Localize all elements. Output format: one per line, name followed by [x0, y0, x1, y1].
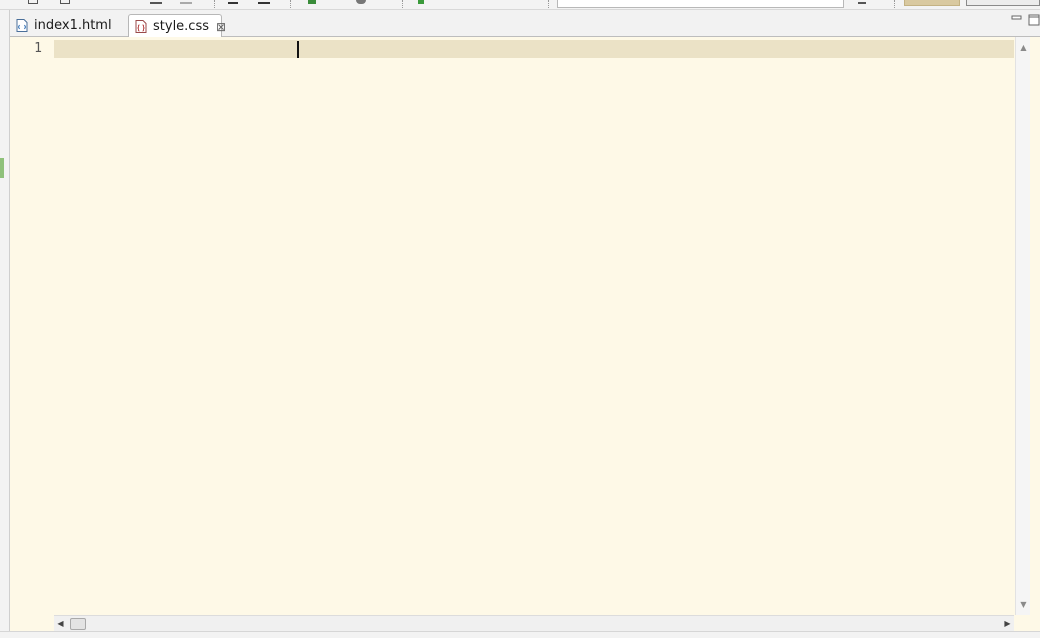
- horizontal-scroll-thumb[interactable]: [70, 618, 86, 630]
- tab-label: index1.html: [34, 18, 112, 33]
- undo-icon[interactable]: [150, 0, 162, 4]
- toolbar-separator: [894, 0, 895, 8]
- scroll-up-icon[interactable]: ▲: [1019, 43, 1028, 52]
- line-number: 1: [34, 41, 42, 56]
- line-number-gutter: 1: [10, 37, 52, 617]
- format-icon[interactable]: [228, 0, 238, 4]
- tab-style-css[interactable]: style.css ⊠: [128, 14, 226, 38]
- html-file-icon: [16, 19, 28, 32]
- css-file-icon: [135, 20, 147, 33]
- scroll-right-icon[interactable]: ▶: [1003, 619, 1012, 629]
- code-editor[interactable]: 1 ▲ ▼ ◀ ▶: [10, 37, 1040, 631]
- main-toolbar: [0, 0, 1040, 10]
- back-icon[interactable]: [858, 0, 866, 4]
- search-input[interactable]: [557, 0, 844, 8]
- scroll-left-icon[interactable]: ◀: [56, 619, 65, 629]
- plain-toolbar-button[interactable]: [966, 0, 1040, 6]
- left-side-panel: [0, 10, 10, 638]
- maximize-icon[interactable]: [1028, 12, 1040, 24]
- play-icon[interactable]: [418, 0, 424, 4]
- editor-tab-bar: index1.html style.css ⊠: [10, 10, 1040, 38]
- new-file-icon[interactable]: [28, 0, 38, 4]
- accent-toolbar-button[interactable]: [904, 0, 960, 6]
- save-icon[interactable]: [60, 0, 70, 4]
- vertical-scrollbar[interactable]: ▲ ▼: [1015, 37, 1030, 615]
- redo-icon[interactable]: [180, 0, 192, 4]
- text-caret: [297, 41, 299, 58]
- run-icon[interactable]: [308, 0, 316, 4]
- minimize-icon[interactable]: [1010, 12, 1022, 22]
- status-bar: [0, 631, 1040, 638]
- grid-icon[interactable]: [258, 0, 270, 4]
- scroll-down-icon[interactable]: ▼: [1019, 600, 1028, 609]
- toolbar-separator: [402, 0, 403, 8]
- current-line-highlight: [54, 40, 1014, 58]
- toolbar-separator: [290, 0, 291, 8]
- tab-label: style.css: [153, 19, 209, 34]
- tab-index1-html[interactable]: index1.html: [10, 14, 128, 37]
- close-icon[interactable]: ⊠: [216, 21, 226, 33]
- toolbar-separator: [548, 0, 549, 8]
- change-marker: [0, 158, 4, 178]
- horizontal-scrollbar[interactable]: ◀ ▶: [54, 615, 1014, 631]
- toolbar-separator: [214, 0, 215, 8]
- debug-icon[interactable]: [356, 0, 366, 4]
